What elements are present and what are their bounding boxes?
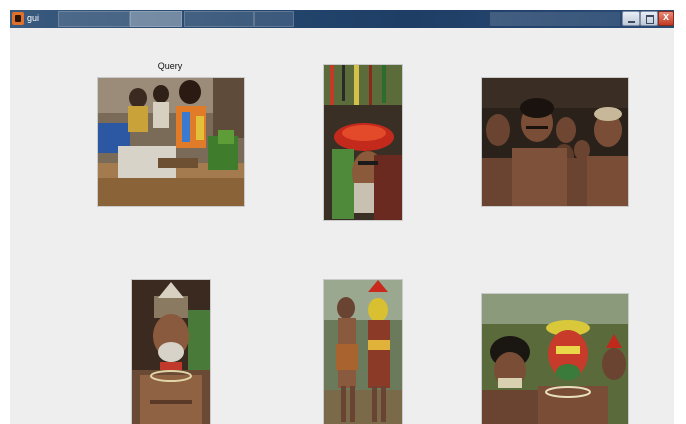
taskbar-tab-active[interactable] bbox=[130, 11, 182, 27]
result-image-4[interactable] bbox=[324, 280, 402, 424]
result-image-5[interactable] bbox=[482, 294, 628, 424]
taskbar-tab[interactable] bbox=[58, 11, 130, 27]
result-image-3[interactable] bbox=[132, 280, 210, 424]
result-image-2[interactable] bbox=[482, 78, 628, 206]
app-window: gui Query bbox=[10, 10, 674, 424]
query-image[interactable] bbox=[98, 78, 244, 206]
app-icon bbox=[12, 12, 24, 25]
titlebar-tray bbox=[490, 12, 620, 26]
close-icon[interactable] bbox=[658, 11, 674, 26]
maximize-icon[interactable] bbox=[640, 11, 658, 26]
taskbar-tab[interactable] bbox=[184, 11, 254, 27]
title-bar: gui bbox=[10, 10, 674, 28]
query-label: Query bbox=[157, 61, 183, 71]
minimize-icon[interactable] bbox=[622, 11, 640, 26]
window-title: gui bbox=[27, 13, 40, 23]
taskbar-tab[interactable] bbox=[254, 11, 294, 27]
result-image-1[interactable] bbox=[324, 65, 402, 220]
